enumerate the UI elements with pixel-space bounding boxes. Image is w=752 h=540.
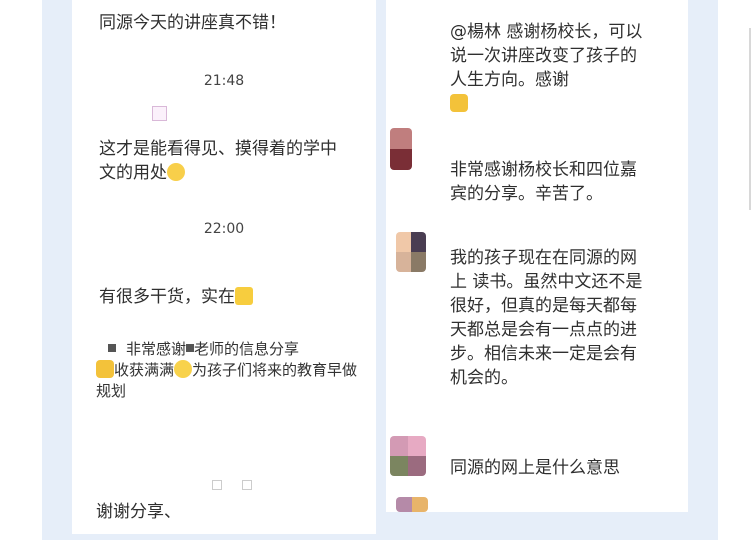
avatar[interactable] xyxy=(396,497,428,512)
thumbs-up-emoji-icon xyxy=(235,287,253,305)
message-text: @楊林 感谢杨校长，可以说一次讲座改变了孩子的人生方向。感谢 xyxy=(450,20,650,116)
pray-emoji-icon xyxy=(450,94,468,112)
smile-emoji-icon xyxy=(174,360,193,378)
wink-emoji-icon xyxy=(167,163,185,181)
avatar-fragment-icon xyxy=(108,344,116,352)
image-placeholder-icon xyxy=(152,106,167,121)
message-label: 这才是能看得见、摸得着的学中文的用处 xyxy=(99,139,337,183)
message-label: 有很多干货，实在 xyxy=(99,287,235,307)
timestamp: 22:00 xyxy=(203,221,245,237)
image-placeholder-icon xyxy=(212,480,222,490)
pray-emoji-icon xyxy=(96,360,114,378)
avatar-fragment-icon xyxy=(186,344,195,352)
message-text: 谢谢分享、 xyxy=(96,502,181,522)
message-text: 这才是能看得见、摸得着的学中文的用处 xyxy=(99,137,349,185)
scrollbar[interactable] xyxy=(749,28,751,210)
message-label: 非常感谢 xyxy=(126,340,187,358)
message-label: @楊林 感谢杨校长，可以说一次讲座改变了孩子的人生方向。感谢 xyxy=(450,22,643,90)
timestamp: 21:48 xyxy=(203,73,245,89)
message-label: 老师的信息分享 xyxy=(194,340,300,358)
message-text: 非常感谢 老师的信息分享 收获满满 为孩子们将来的教育早做规划 xyxy=(96,339,366,402)
image-placeholder-icon xyxy=(242,480,252,490)
message-text: 同源今天的讲座真不错！ xyxy=(99,13,286,33)
message-text: 有很多干货，实在 xyxy=(99,285,359,309)
chat-column-right[interactable]: @楊林 感谢杨校长，可以说一次讲座改变了孩子的人生方向。感谢 非常感谢杨校长和四… xyxy=(386,0,688,512)
message-label: 收获满满 xyxy=(114,361,175,379)
chat-column-left[interactable]: 同源今天的讲座真不错！ 21:48 这才是能看得见、摸得着的学中文的用处 22:… xyxy=(72,0,376,534)
avatar[interactable] xyxy=(396,232,426,272)
avatar[interactable] xyxy=(390,436,426,476)
avatar[interactable] xyxy=(390,128,412,170)
message-text: 同源的网上是什么意思 xyxy=(450,458,620,478)
message-text: 非常感谢杨校长和四位嘉宾的分享。辛苦了。 xyxy=(450,160,637,204)
message-text: 我的孩子现在在同源的网上 读书。虽然中文还不是很好，但真的是每天都每天都总是会有… xyxy=(450,248,643,388)
